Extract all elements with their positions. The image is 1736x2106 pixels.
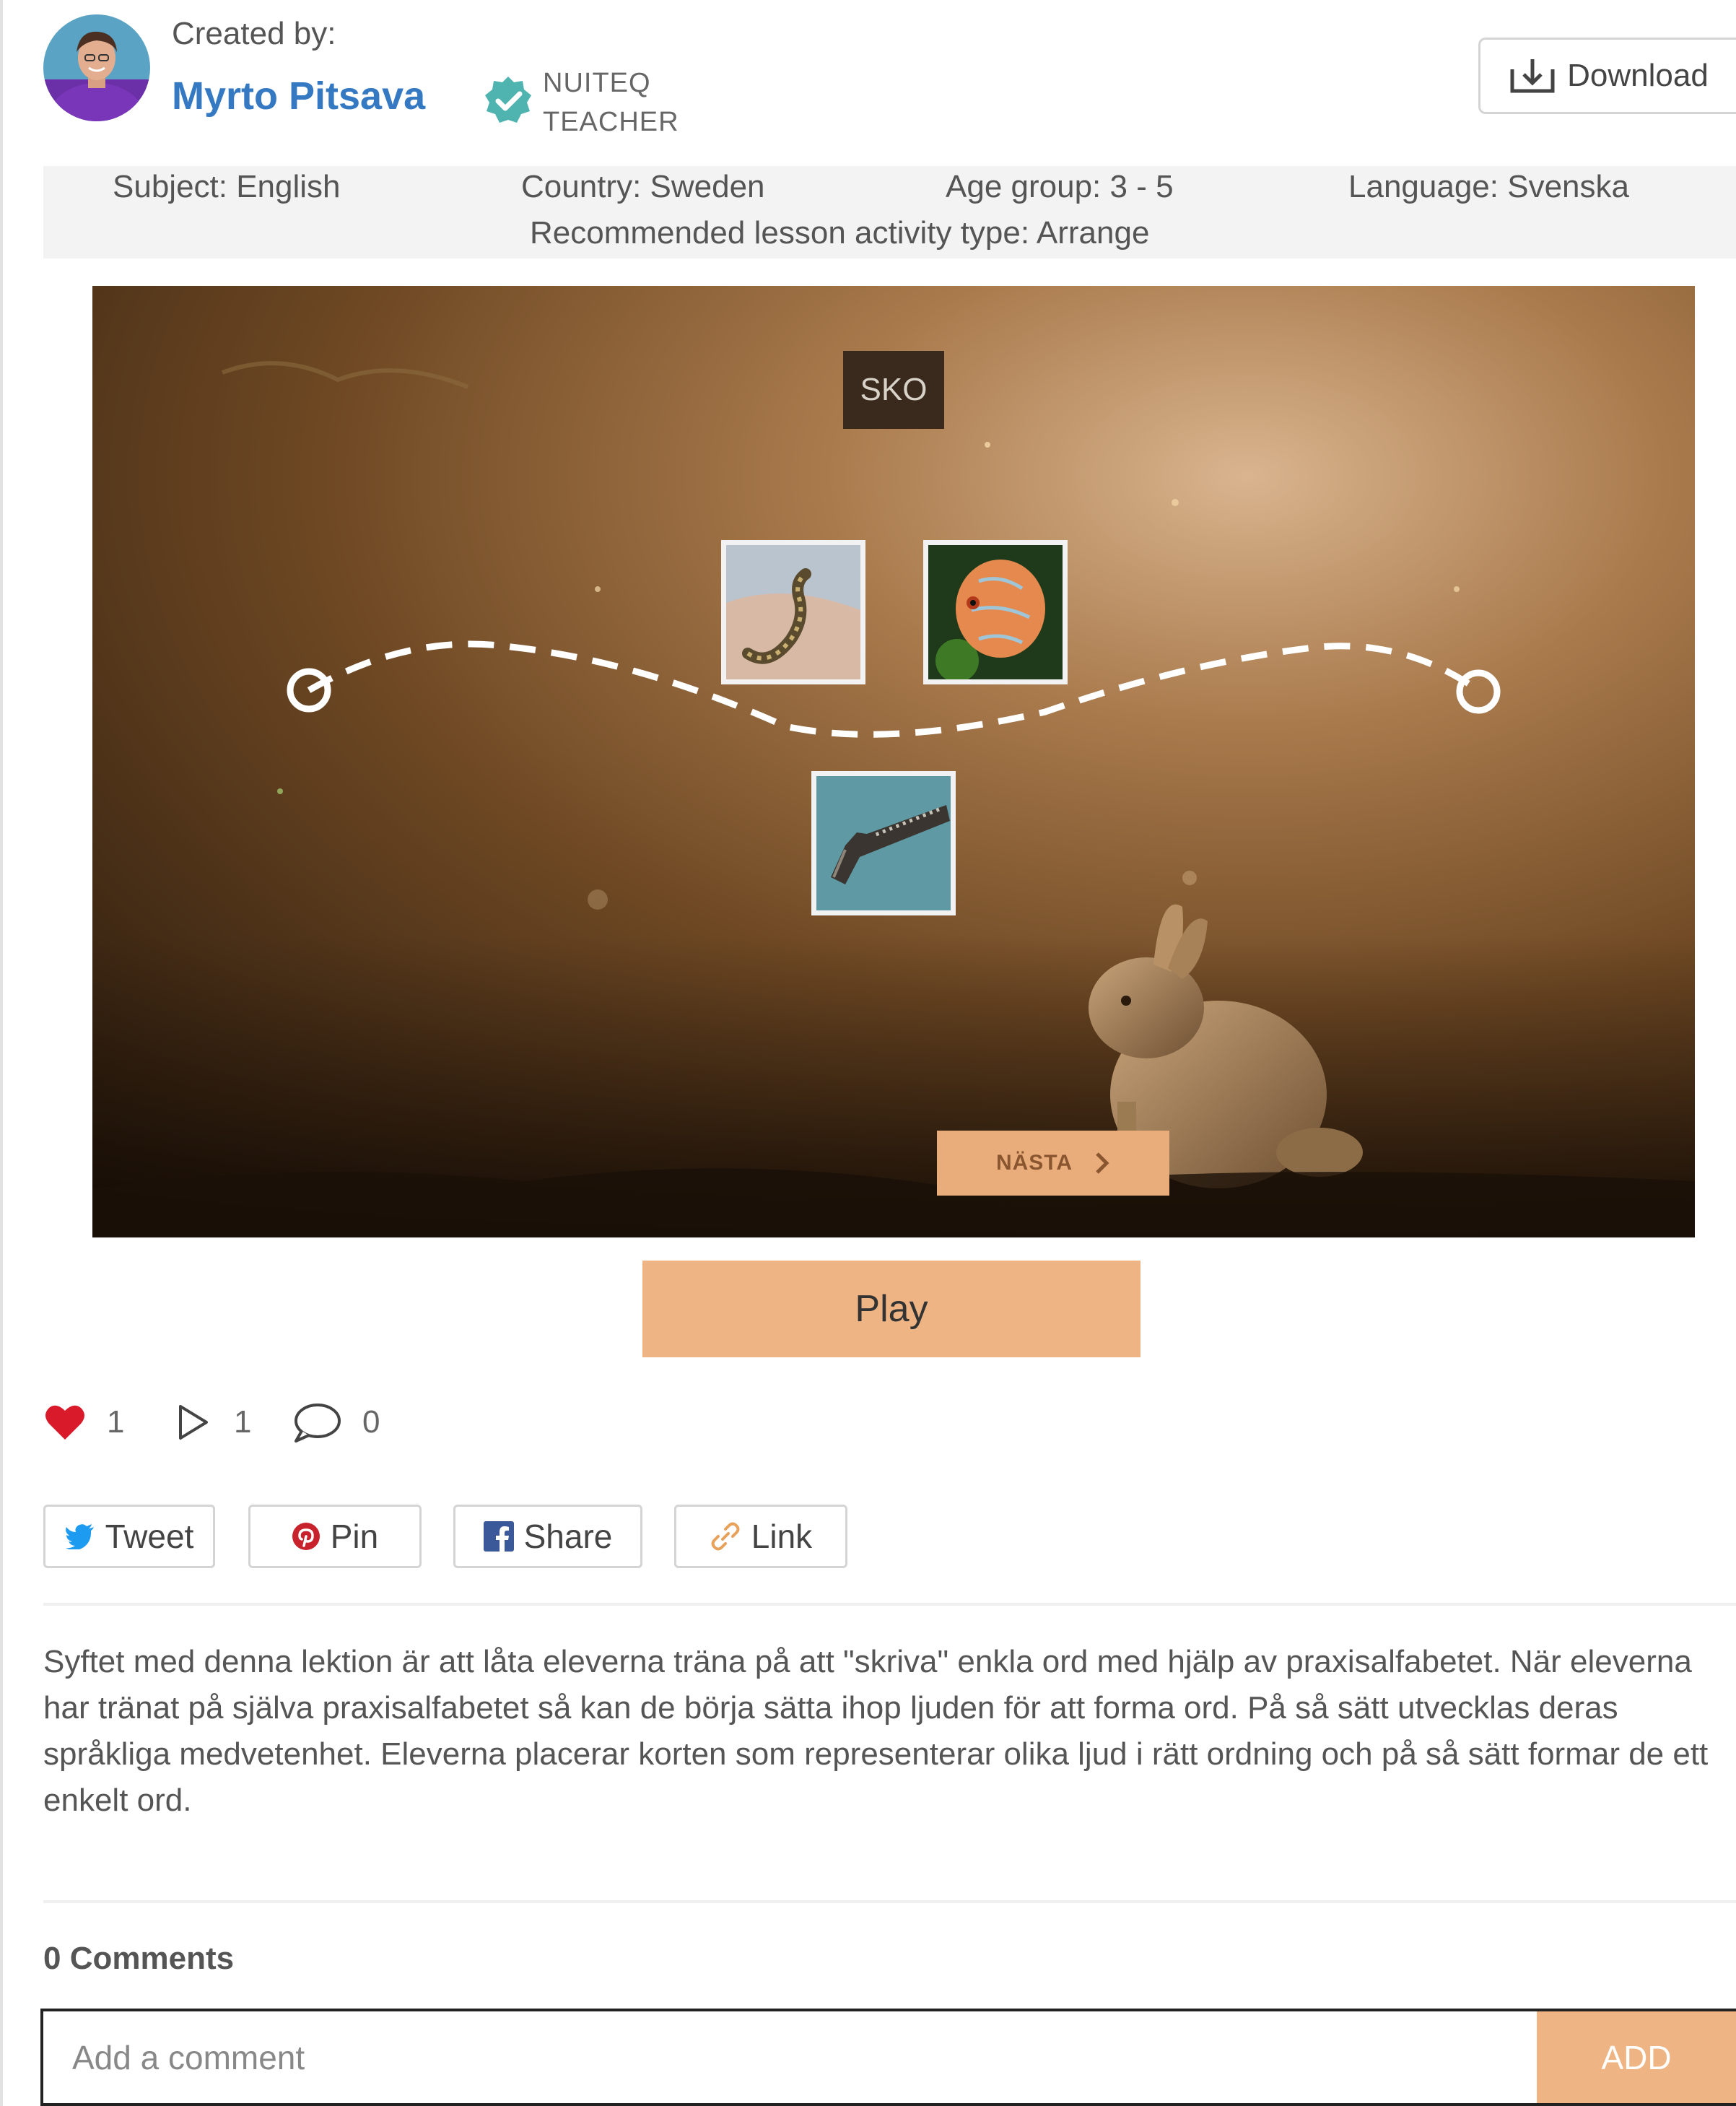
subject-info: Subject: English [113, 169, 341, 204]
plays-stat: 1 [170, 1401, 251, 1444]
age-group-info: Age group: 3 - 5 [946, 169, 1174, 204]
download-label: Download [1567, 58, 1709, 93]
heart-icon[interactable] [43, 1401, 87, 1444]
next-button[interactable]: NÄSTA [937, 1131, 1169, 1196]
download-button[interactable]: Download [1478, 38, 1736, 114]
divider-bottom [43, 1900, 1736, 1903]
comment-input[interactable] [43, 2011, 1537, 2103]
chevron-right-icon [1096, 1152, 1109, 1174]
play-button[interactable]: Play [642, 1261, 1140, 1357]
lesson-description: Syftet med denna lektion är att låta ele… [43, 1644, 1709, 1818]
twitter-icon [65, 1524, 94, 1549]
tweet-button[interactable]: Tweet [43, 1505, 215, 1568]
share-label: Share [523, 1518, 613, 1555]
comment-bubble-icon[interactable] [292, 1401, 342, 1444]
play-outline-icon [179, 1405, 208, 1440]
likes-count: 1 [107, 1404, 125, 1440]
badge-line-1: NUITEQ [543, 68, 651, 98]
link-button[interactable]: Link [674, 1505, 847, 1568]
pistol-card[interactable] [811, 771, 956, 915]
next-label: NÄSTA [995, 1151, 1073, 1175]
author-avatar[interactable] [43, 14, 150, 121]
link-chain-icon [711, 1522, 740, 1551]
badge-label: NUITEQ TEACHER [543, 64, 679, 142]
tweet-label: Tweet [105, 1518, 194, 1555]
link-label: Link [751, 1518, 813, 1555]
pin-button[interactable]: Pin [248, 1505, 422, 1568]
comment-form: ADD [40, 2009, 1736, 2106]
created-by-label: Created by: [172, 16, 336, 51]
pinterest-icon [292, 1523, 320, 1550]
comments-stat[interactable]: 0 [292, 1401, 380, 1444]
facebook-icon [483, 1521, 514, 1552]
download-icon [1510, 59, 1555, 93]
verified-badge-icon [482, 75, 534, 127]
add-comment-button[interactable]: ADD [1537, 2011, 1736, 2103]
plays-count: 1 [234, 1404, 252, 1440]
comments-count: 0 [362, 1404, 380, 1440]
page-edge [0, 0, 3, 2106]
badge-line-2: TEACHER [543, 107, 679, 137]
likes-stat[interactable]: 1 [43, 1401, 124, 1444]
author-name-link[interactable]: Myrto Pitsava [172, 74, 425, 118]
snake-card[interactable] [721, 540, 865, 684]
country-info: Country: Sweden [521, 169, 765, 204]
share-button[interactable]: Share [453, 1505, 642, 1568]
target-word-label: SKO [843, 351, 944, 429]
fish-card[interactable] [923, 540, 1068, 684]
comments-title: 0 Comments [43, 1941, 235, 1976]
activity-type-info: Recommended lesson activity type: Arrang… [530, 215, 1150, 251]
language-info: Language: Svenska [1348, 169, 1629, 204]
pin-label: Pin [330, 1518, 379, 1555]
divider-top [43, 1603, 1736, 1606]
